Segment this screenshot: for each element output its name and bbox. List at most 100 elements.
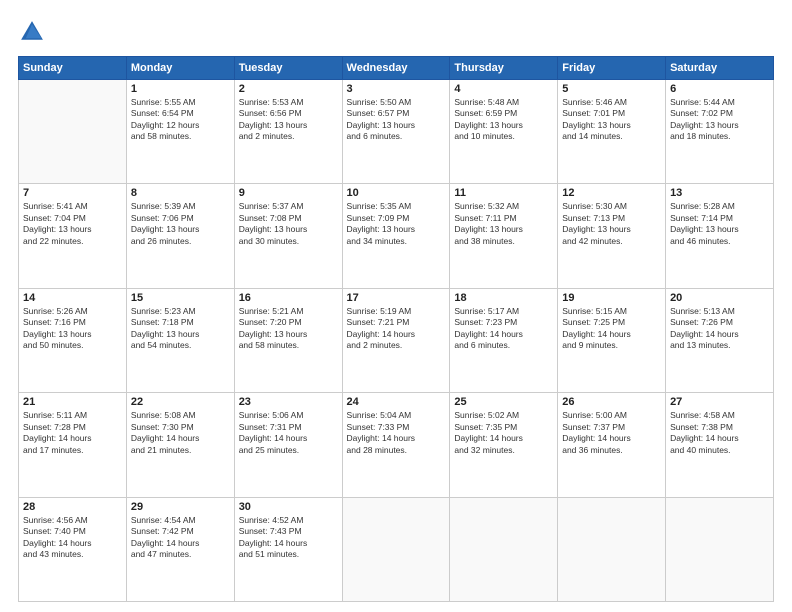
day-info: Sunrise: 5:53 AM Sunset: 6:56 PM Dayligh…: [239, 97, 338, 143]
calendar-cell: 10 Sunrise: 5:35 AM Sunset: 7:09 PM Dayli…: [342, 184, 450, 288]
day-number: 7: [23, 187, 122, 199]
logo-icon: [18, 18, 46, 46]
weekday-header-row: SundayMondayTuesdayWednesdayThursdayFrid…: [19, 57, 774, 80]
day-number: 10: [347, 187, 446, 199]
day-number: 25: [454, 396, 553, 408]
header: [18, 18, 774, 46]
day-number: 20: [670, 292, 769, 304]
weekday-saturday: Saturday: [666, 57, 774, 80]
weekday-monday: Monday: [126, 57, 234, 80]
day-info: Sunrise: 4:52 AM Sunset: 7:43 PM Dayligh…: [239, 515, 338, 561]
day-number: 22: [131, 396, 230, 408]
weekday-thursday: Thursday: [450, 57, 558, 80]
weekday-wednesday: Wednesday: [342, 57, 450, 80]
calendar-cell: 28 Sunrise: 4:56 AM Sunset: 7:40 PM Dayli…: [19, 497, 127, 601]
calendar-cell: 20 Sunrise: 5:13 AM Sunset: 7:26 PM Dayli…: [666, 288, 774, 392]
day-info: Sunrise: 5:21 AM Sunset: 7:20 PM Dayligh…: [239, 306, 338, 352]
calendar-cell: 25Sunrise: 5:02 AM Sunset: 7:35 PM Dayli…: [450, 393, 558, 497]
calendar-cell: [666, 497, 774, 601]
day-number: 6: [670, 83, 769, 95]
day-info: Sunrise: 5:44 AM Sunset: 7:02 PM Dayligh…: [670, 97, 769, 143]
calendar-cell: 2 Sunrise: 5:53 AM Sunset: 6:56 PM Daylig…: [234, 80, 342, 184]
calendar-cell: 7 Sunrise: 5:41 AM Sunset: 7:04 PM Daylig…: [19, 184, 127, 288]
day-number: 30: [239, 501, 338, 513]
day-number: 14: [23, 292, 122, 304]
day-info: Sunrise: 5:13 AM Sunset: 7:26 PM Dayligh…: [670, 306, 769, 352]
day-number: 1: [131, 83, 230, 95]
day-info: Sunrise: 5:15 AM Sunset: 7:25 PM Dayligh…: [562, 306, 661, 352]
calendar-cell: 27Sunrise: 4:58 AM Sunset: 7:38 PM Dayli…: [666, 393, 774, 497]
weekday-friday: Friday: [558, 57, 666, 80]
calendar-cell: 13 Sunrise: 5:28 AM Sunset: 7:14 PM Dayli…: [666, 184, 774, 288]
day-number: 18: [454, 292, 553, 304]
week-row-2: 7 Sunrise: 5:41 AM Sunset: 7:04 PM Daylig…: [19, 184, 774, 288]
day-info: Sunrise: 5:28 AM Sunset: 7:14 PM Dayligh…: [670, 201, 769, 247]
calendar-cell: [19, 80, 127, 184]
day-info: Sunrise: 5:39 AM Sunset: 7:06 PM Dayligh…: [131, 201, 230, 247]
calendar-table: SundayMondayTuesdayWednesdayThursdayFrid…: [18, 56, 774, 602]
calendar-cell: 22Sunrise: 5:08 AM Sunset: 7:30 PM Dayli…: [126, 393, 234, 497]
week-row-3: 14Sunrise: 5:26 AM Sunset: 7:16 PM Dayli…: [19, 288, 774, 392]
day-number: 8: [131, 187, 230, 199]
day-number: 29: [131, 501, 230, 513]
day-number: 24: [347, 396, 446, 408]
day-info: Sunrise: 5:04 AM Sunset: 7:33 PM Dayligh…: [347, 410, 446, 456]
calendar-cell: 4 Sunrise: 5:48 AM Sunset: 6:59 PM Daylig…: [450, 80, 558, 184]
calendar-cell: 15 Sunrise: 5:23 AM Sunset: 7:18 PM Dayli…: [126, 288, 234, 392]
day-info: Sunrise: 5:50 AM Sunset: 6:57 PM Dayligh…: [347, 97, 446, 143]
day-number: 2: [239, 83, 338, 95]
calendar-cell: [342, 497, 450, 601]
day-info: Sunrise: 4:56 AM Sunset: 7:40 PM Dayligh…: [23, 515, 122, 561]
logo: [18, 18, 50, 46]
day-info: Sunrise: 5:37 AM Sunset: 7:08 PM Dayligh…: [239, 201, 338, 247]
weekday-tuesday: Tuesday: [234, 57, 342, 80]
day-number: 17: [347, 292, 446, 304]
day-number: 26: [562, 396, 661, 408]
day-info: Sunrise: 5:00 AM Sunset: 7:37 PM Dayligh…: [562, 410, 661, 456]
day-info: Sunrise: 4:58 AM Sunset: 7:38 PM Dayligh…: [670, 410, 769, 456]
day-number: 4: [454, 83, 553, 95]
calendar-cell: 18Sunrise: 5:17 AM Sunset: 7:23 PM Dayli…: [450, 288, 558, 392]
calendar-cell: 1 Sunrise: 5:55 AM Sunset: 6:54 PM Daylig…: [126, 80, 234, 184]
week-row-1: 1 Sunrise: 5:55 AM Sunset: 6:54 PM Daylig…: [19, 80, 774, 184]
calendar-cell: [558, 497, 666, 601]
day-number: 3: [347, 83, 446, 95]
day-number: 12: [562, 187, 661, 199]
calendar-cell: 14Sunrise: 5:26 AM Sunset: 7:16 PM Dayli…: [19, 288, 127, 392]
day-info: Sunrise: 5:41 AM Sunset: 7:04 PM Dayligh…: [23, 201, 122, 247]
calendar-cell: 5Sunrise: 5:46 AM Sunset: 7:01 PM Daylig…: [558, 80, 666, 184]
day-info: Sunrise: 5:30 AM Sunset: 7:13 PM Dayligh…: [562, 201, 661, 247]
day-info: Sunrise: 5:23 AM Sunset: 7:18 PM Dayligh…: [131, 306, 230, 352]
day-info: Sunrise: 5:48 AM Sunset: 6:59 PM Dayligh…: [454, 97, 553, 143]
weekday-sunday: Sunday: [19, 57, 127, 80]
calendar-cell: 23 Sunrise: 5:06 AM Sunset: 7:31 PM Dayli…: [234, 393, 342, 497]
day-info: Sunrise: 5:55 AM Sunset: 6:54 PM Dayligh…: [131, 97, 230, 143]
calendar-cell: 6 Sunrise: 5:44 AM Sunset: 7:02 PM Daylig…: [666, 80, 774, 184]
calendar-cell: 30 Sunrise: 4:52 AM Sunset: 7:43 PM Dayli…: [234, 497, 342, 601]
day-number: 19: [562, 292, 661, 304]
day-info: Sunrise: 5:11 AM Sunset: 7:28 PM Dayligh…: [23, 410, 122, 456]
day-info: Sunrise: 5:19 AM Sunset: 7:21 PM Dayligh…: [347, 306, 446, 352]
day-info: Sunrise: 4:54 AM Sunset: 7:42 PM Dayligh…: [131, 515, 230, 561]
day-info: Sunrise: 5:46 AM Sunset: 7:01 PM Dayligh…: [562, 97, 661, 143]
day-number: 15: [131, 292, 230, 304]
calendar-cell: 19 Sunrise: 5:15 AM Sunset: 7:25 PM Dayli…: [558, 288, 666, 392]
calendar-cell: 9Sunrise: 5:37 AM Sunset: 7:08 PM Daylig…: [234, 184, 342, 288]
day-number: 11: [454, 187, 553, 199]
day-number: 23: [239, 396, 338, 408]
calendar-cell: 11 Sunrise: 5:32 AM Sunset: 7:11 PM Dayli…: [450, 184, 558, 288]
week-row-4: 21Sunrise: 5:11 AM Sunset: 7:28 PM Dayli…: [19, 393, 774, 497]
day-info: Sunrise: 5:32 AM Sunset: 7:11 PM Dayligh…: [454, 201, 553, 247]
day-number: 28: [23, 501, 122, 513]
calendar-cell: 21Sunrise: 5:11 AM Sunset: 7:28 PM Dayli…: [19, 393, 127, 497]
calendar-cell: 8 Sunrise: 5:39 AM Sunset: 7:06 PM Daylig…: [126, 184, 234, 288]
day-info: Sunrise: 5:06 AM Sunset: 7:31 PM Dayligh…: [239, 410, 338, 456]
page: SundayMondayTuesdayWednesdayThursdayFrid…: [0, 0, 792, 612]
calendar-cell: [450, 497, 558, 601]
calendar-cell: 26 Sunrise: 5:00 AM Sunset: 7:37 PM Dayli…: [558, 393, 666, 497]
day-info: Sunrise: 5:35 AM Sunset: 7:09 PM Dayligh…: [347, 201, 446, 247]
day-number: 13: [670, 187, 769, 199]
calendar-cell: 17 Sunrise: 5:19 AM Sunset: 7:21 PM Dayli…: [342, 288, 450, 392]
calendar-cell: 3 Sunrise: 5:50 AM Sunset: 6:57 PM Daylig…: [342, 80, 450, 184]
calendar-cell: 16Sunrise: 5:21 AM Sunset: 7:20 PM Dayli…: [234, 288, 342, 392]
